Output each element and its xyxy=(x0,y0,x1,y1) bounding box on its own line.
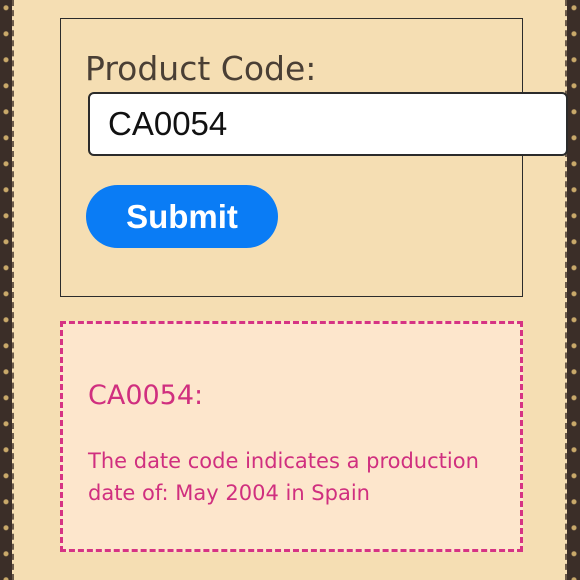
submit-button[interactable]: Submit xyxy=(86,185,278,248)
result-message: The date code indicates a production dat… xyxy=(88,449,479,505)
product-code-label: Product Code: xyxy=(85,49,317,88)
page-panel: Product Code: Submit CA0054: The date co… xyxy=(12,0,568,580)
product-code-form: Product Code: Submit xyxy=(60,18,568,297)
product-code-input[interactable] xyxy=(88,92,568,156)
result-box: CA0054: The date code indicates a produc… xyxy=(60,321,523,552)
result-code-heading: CA0054: xyxy=(88,380,204,411)
left-pattern-border xyxy=(0,0,12,580)
right-pattern-border xyxy=(568,0,580,580)
